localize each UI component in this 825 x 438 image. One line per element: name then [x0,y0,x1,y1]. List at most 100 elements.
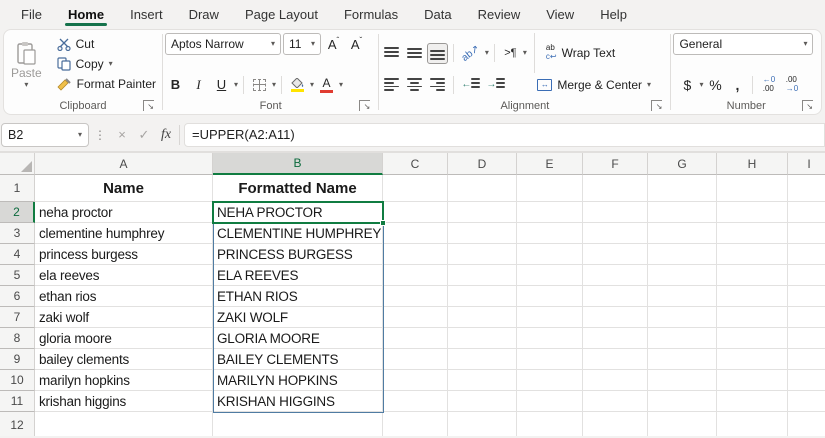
cell-D6[interactable] [448,286,517,307]
menu-tab-draw[interactable]: Draw [176,0,232,28]
cell-A11[interactable]: krishan higgins [35,391,213,412]
paste-dropdown-icon[interactable]: ▾ [24,81,28,89]
cell-C2[interactable] [383,202,448,223]
cell-B6[interactable]: ETHAN RIOS [213,286,383,307]
copy-button[interactable]: Copy ▾ [53,55,160,73]
column-header-G[interactable]: G [648,153,717,175]
cell-G7[interactable] [648,307,717,328]
percent-style-button[interactable]: % [705,74,725,95]
column-header-A[interactable]: A [35,153,213,175]
cell-H3[interactable] [717,223,788,244]
cell-F11[interactable] [583,391,648,412]
bold-button[interactable]: B [165,74,186,95]
cell-C4[interactable] [383,244,448,265]
merge-center-dropdown-icon[interactable]: ▾ [647,80,651,89]
wrap-text-button[interactable]: ab c↩ Wrap Text [542,43,619,63]
cell-D1[interactable] [448,175,517,202]
cell-D3[interactable] [448,223,517,244]
column-header-I[interactable]: I [788,153,825,175]
menu-tab-help[interactable]: Help [587,0,640,28]
cell-H9[interactable] [717,349,788,370]
row-header-12[interactable]: 12 [0,412,35,436]
cell-I7[interactable] [788,307,825,328]
cell-I11[interactable] [788,391,825,412]
cell-G1[interactable] [648,175,717,202]
cell-G2[interactable] [648,202,717,223]
cell-A5[interactable]: ela reeves [35,265,213,286]
cell-D7[interactable] [448,307,517,328]
row-header-8[interactable]: 8 [0,328,35,349]
menu-tab-insert[interactable]: Insert [117,0,176,28]
cell-A7[interactable]: zaki wolf [35,307,213,328]
cut-button[interactable]: Cut [53,35,160,53]
cell-B5[interactable]: ELA REEVES [213,265,383,286]
font-color-button[interactable]: A [316,74,337,95]
accounting-format-button[interactable]: $ [677,74,697,95]
font-size-select[interactable]: 11 ▾ [283,33,321,55]
cell-E12[interactable] [517,412,583,436]
number-dialog-launcher-icon[interactable]: ↘ [802,100,813,111]
cell-I12[interactable] [788,412,825,436]
cell-B8[interactable]: GLORIA MOORE [213,328,383,349]
orientation-dropdown-icon[interactable]: ▾ [485,49,489,57]
format-painter-button[interactable]: Format Painter [53,75,160,93]
cell-E11[interactable] [517,391,583,412]
cell-G5[interactable] [648,265,717,286]
accounting-dropdown-icon[interactable]: ▾ [699,80,703,89]
merge-center-button[interactable]: ↔ Merge & Center ▾ [533,77,655,93]
cell-I1[interactable] [788,175,825,202]
cell-F4[interactable] [583,244,648,265]
text-direction-dropdown-icon[interactable]: ▾ [523,49,527,57]
row-header-6[interactable]: 6 [0,286,35,307]
column-header-C[interactable]: C [383,153,448,175]
cell-B12[interactable] [213,412,383,436]
cell-F7[interactable] [583,307,648,328]
menu-tab-view[interactable]: View [533,0,587,28]
cell-A4[interactable]: princess burgess [35,244,213,265]
align-center-button[interactable] [404,74,425,95]
menu-tab-data[interactable]: Data [411,0,464,28]
cell-D4[interactable] [448,244,517,265]
orientation-button[interactable]: ab↗ [459,43,483,64]
cell-H10[interactable] [717,370,788,391]
font-color-dropdown-icon[interactable]: ▾ [339,80,343,89]
column-header-F[interactable]: F [583,153,648,175]
cell-F6[interactable] [583,286,648,307]
bottom-align-button[interactable] [427,42,449,64]
cell-E8[interactable] [517,328,583,349]
cell-H7[interactable] [717,307,788,328]
insert-function-button[interactable]: fx [155,127,177,143]
cell-G6[interactable] [648,286,717,307]
cell-F5[interactable] [583,265,648,286]
row-header-5[interactable]: 5 [0,265,35,286]
menu-tab-formulas[interactable]: Formulas [331,0,411,28]
increase-indent-button[interactable]: → [484,74,507,95]
cell-B11[interactable]: KRISHAN HIGGINS [213,391,383,412]
font-name-select[interactable]: Aptos Narrow ▾ [165,33,281,55]
cell-E4[interactable] [517,244,583,265]
top-align-button[interactable] [381,43,402,64]
cell-A3[interactable]: clementine humphrey [35,223,213,244]
cell-C12[interactable] [383,412,448,436]
cell-H2[interactable] [717,202,788,223]
cell-F1[interactable] [583,175,648,202]
cell-D12[interactable] [448,412,517,436]
row-header-7[interactable]: 7 [0,307,35,328]
cell-G3[interactable] [648,223,717,244]
cell-C7[interactable] [383,307,448,328]
cell-A6[interactable]: ethan rios [35,286,213,307]
fill-color-button[interactable] [287,74,308,95]
fill-color-dropdown-icon[interactable]: ▾ [310,80,314,89]
cell-I8[interactable] [788,328,825,349]
cancel-button[interactable]: × [111,127,133,142]
borders-button[interactable] [249,74,270,95]
cell-E1[interactable] [517,175,583,202]
column-header-B[interactable]: B [213,153,383,175]
cell-C5[interactable] [383,265,448,286]
increase-decimal-button[interactable]: ←0.00 [758,74,779,95]
cell-E2[interactable] [517,202,583,223]
font-dialog-launcher-icon[interactable]: ↘ [359,100,371,111]
cell-C9[interactable] [383,349,448,370]
cell-H4[interactable] [717,244,788,265]
cell-D11[interactable] [448,391,517,412]
